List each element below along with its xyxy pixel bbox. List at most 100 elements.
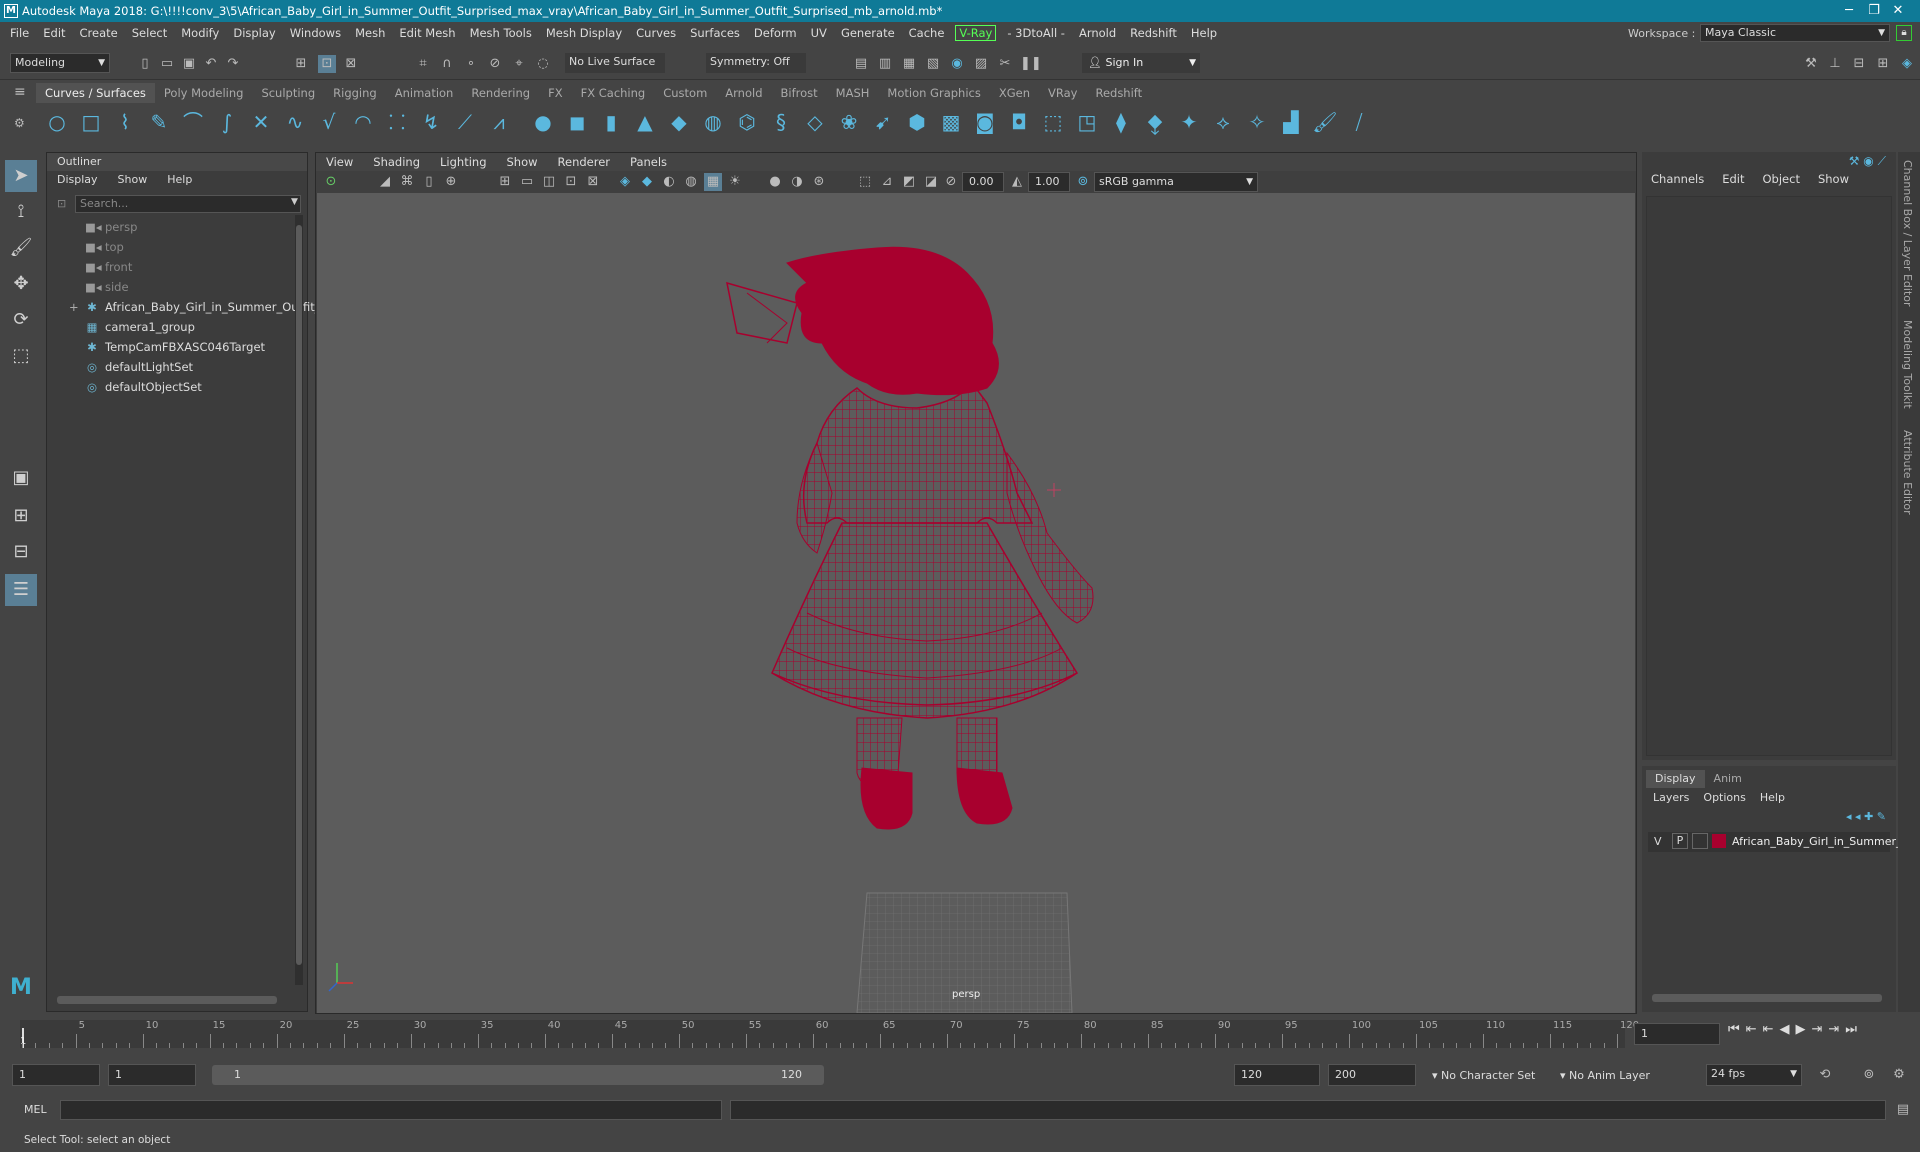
menu-mesh-tools[interactable]: Mesh Tools [463, 22, 539, 44]
project-curve-icon[interactable]: ◘ [1006, 109, 1032, 135]
menu-file[interactable]: File [3, 22, 36, 44]
viewport-menu-panels[interactable]: Panels [620, 153, 677, 171]
mel-label[interactable]: MEL [24, 1103, 47, 1116]
pause-viewport-icon[interactable]: ❚❚ [1020, 55, 1042, 73]
layer-visibility-toggle[interactable]: V [1654, 835, 1662, 848]
outliner-scrollbar[interactable] [295, 215, 303, 985]
fillet-curve-icon[interactable]: ⩘ [486, 109, 512, 135]
shelf-tab-motion-graphics[interactable]: Motion Graphics [878, 83, 989, 103]
shelf-menu[interactable]: ≡ ⚙ [8, 84, 36, 144]
outliner-item[interactable]: ■◂ top [85, 237, 124, 257]
viewport-menu-lighting[interactable]: Lighting [430, 153, 496, 171]
bevel-icon[interactable]: ⬢ [904, 109, 930, 135]
channel-menu-edit[interactable]: Edit [1713, 166, 1753, 192]
nurbs-torus-icon[interactable]: ◍ [700, 109, 726, 135]
outliner-layout-icon[interactable]: ☰ [5, 574, 37, 606]
gear-icon[interactable]: ⚙ [8, 116, 36, 130]
snap-curve-icon[interactable]: ∩ [438, 55, 456, 73]
outliner-menu-show[interactable]: Show [108, 171, 158, 189]
scroll-thumb[interactable] [296, 225, 302, 965]
anti-alias-icon[interactable]: ⊛ [810, 173, 828, 191]
film-gate-icon[interactable]: ▭ [518, 173, 536, 191]
channel-menu-show[interactable]: Show [1809, 166, 1858, 192]
four-view-layout-icon[interactable]: ⊞ [5, 500, 37, 532]
color-space-select[interactable]: sRGB gamma ▼ [1094, 172, 1258, 192]
layer-row[interactable]: V P African_Baby_Girl_in_Summer_ [1648, 832, 1902, 852]
channel-box-icon[interactable]: ⊞ [1874, 55, 1892, 73]
stitch-icon[interactable]: ⧫ [1108, 109, 1134, 135]
loft-icon[interactable]: § [768, 109, 794, 135]
menu-create[interactable]: Create [73, 22, 125, 44]
revolve-icon[interactable]: ⌬ [734, 109, 760, 135]
bezier-curve-icon[interactable]: ∫ [214, 109, 240, 135]
gamma-field[interactable]: 1.00 [1028, 172, 1070, 192]
attribute-editor-icon[interactable]: ⊥ [1826, 55, 1844, 73]
ambient-occlusion-icon[interactable]: ● [766, 173, 784, 191]
light-editor-icon[interactable]: ✂ [996, 55, 1014, 73]
lighting-icon[interactable]: ◐ [660, 173, 678, 191]
outliner-item[interactable]: ◎ defaultLightSet [85, 357, 193, 377]
shadows-icon[interactable]: ☀ [726, 173, 744, 191]
render-frame-icon[interactable]: ▥ [876, 55, 894, 73]
outliner-search-input[interactable]: Search... [75, 195, 301, 213]
viewport-menu-renderer[interactable]: Renderer [548, 153, 621, 171]
tool-settings-icon[interactable]: ⊟ [1850, 55, 1868, 73]
anim-layer-field[interactable]: ▾ No Anim Layer [1560, 1069, 1650, 1082]
sculpt-surface-icon[interactable]: ⧪ [1142, 109, 1168, 135]
nurbs-cone-icon[interactable]: ▲ [632, 109, 658, 135]
untrim-icon[interactable]: ◳ [1074, 109, 1100, 135]
menu-3dtoall[interactable]: - 3DtoAll - [1000, 22, 1072, 44]
shaded-wireframe-icon[interactable]: ◈ [616, 173, 634, 191]
intersect-curve-icon[interactable]: ✕ [248, 109, 274, 135]
image-plane-icon[interactable]: ▯ [420, 173, 438, 191]
sign-in-button[interactable]: 👤︎ Sign In ▼ [1082, 53, 1200, 73]
channel-menu-object[interactable]: Object [1754, 166, 1809, 192]
shelf-tab-arnold[interactable]: Arnold [716, 83, 771, 103]
snap-point-icon[interactable]: ∘ [462, 55, 480, 73]
smooth-shade-icon[interactable]: ◆ [638, 173, 656, 191]
render-setup-icon[interactable]: ▨ [972, 55, 990, 73]
boundary-icon[interactable]: ▩ [938, 109, 964, 135]
new-scene-icon[interactable]: ▯ [136, 55, 154, 73]
paint-select-icon[interactable]: 🖌︎ [5, 232, 37, 264]
layer-menu-help[interactable]: Help [1753, 791, 1792, 804]
menu-cache[interactable]: Cache [902, 22, 952, 44]
shelf-tab-vray[interactable]: VRay [1039, 83, 1086, 103]
tab-attribute-editor[interactable]: Attribute Editor [1901, 430, 1914, 515]
pencil-curve-icon[interactable]: ✎ [146, 109, 172, 135]
menu-surfaces[interactable]: Surfaces [683, 22, 747, 44]
detach-surface-icon[interactable]: ⟡ [1210, 109, 1236, 135]
menu-select[interactable]: Select [125, 22, 174, 44]
menu-modify[interactable]: Modify [174, 22, 226, 44]
symmetry-select[interactable]: Symmetry: Off [706, 53, 806, 73]
menu-edit[interactable]: Edit [36, 22, 72, 44]
outliner-item[interactable]: ■◂ persp [85, 217, 137, 237]
outliner-item[interactable]: ■◂ front [85, 257, 132, 277]
shelf-tab-rigging[interactable]: Rigging [324, 83, 386, 103]
layer-tab-display[interactable]: Display [1646, 770, 1705, 788]
planar-icon[interactable]: ◇ [802, 109, 828, 135]
shelf-tab-fx-caching[interactable]: FX Caching [572, 83, 655, 103]
expand-icon[interactable]: + [69, 297, 79, 317]
persp-outliner-layout-icon[interactable]: ⊟ [5, 536, 37, 568]
snap-magnet-icon[interactable]: ◌ [534, 55, 552, 73]
chevron-down-icon[interactable]: ▼ [291, 197, 298, 207]
outliner-menu-display[interactable]: Display [47, 171, 108, 189]
open-scene-icon[interactable]: ▭ [158, 55, 176, 73]
shelf-tab-curves-surfaces[interactable]: Curves / Surfaces [36, 83, 155, 103]
isolate-icon[interactable]: ▦ [704, 173, 722, 191]
outliner-item[interactable]: ▦ camera1_group [85, 317, 195, 337]
layer-menu-layers[interactable]: Layers [1646, 791, 1696, 804]
insert-isoparm-icon[interactable]: ⧸ [1346, 109, 1372, 135]
scale-tool-icon[interactable]: ⬚ [5, 340, 37, 372]
xray-joints-icon[interactable]: ⊿ [878, 173, 896, 191]
attach-curve-icon[interactable]: ∿ [282, 109, 308, 135]
tab-channel-box-layer-editor[interactable]: Channel Box / Layer Editor [1901, 160, 1914, 307]
nurbs-square-icon[interactable]: □ [78, 109, 104, 135]
shelf-tab-mash[interactable]: MASH [827, 83, 879, 103]
resolution-gate-icon[interactable]: ◫ [540, 173, 558, 191]
outliner-item[interactable]: ◎ defaultObjectSet [85, 377, 202, 397]
fps-select[interactable]: 24 fps ▼ [1706, 1064, 1802, 1086]
tab-modeling-toolkit[interactable]: Modeling Toolkit [1901, 320, 1914, 409]
layer-name[interactable]: African_Baby_Girl_in_Summer_ [1732, 835, 1902, 848]
